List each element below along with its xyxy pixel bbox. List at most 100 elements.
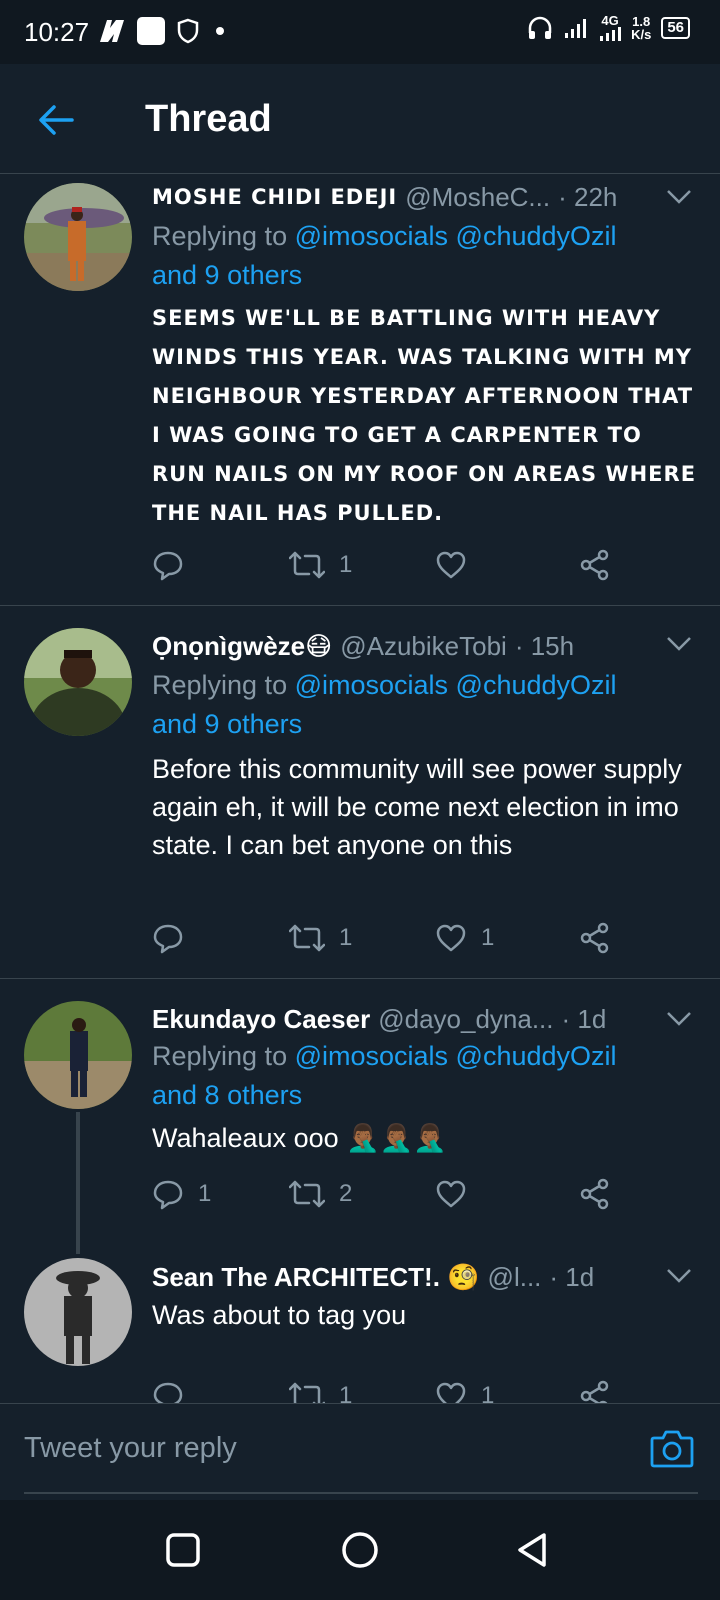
like-button[interactable]: 1 bbox=[435, 1376, 494, 1403]
author-name[interactable]: Ọnọnìgwèze😷 bbox=[152, 631, 332, 662]
tweet[interactable]: MOSHE CHIDI EDEJI @MosheC... · 22h Reply… bbox=[0, 175, 720, 606]
reply-button[interactable] bbox=[152, 1376, 198, 1403]
tweet-reply-input[interactable] bbox=[24, 1404, 698, 1494]
tweet-actions: 1 1 bbox=[152, 918, 622, 958]
back-arrow-icon[interactable] bbox=[36, 100, 76, 140]
chevron-down-icon[interactable] bbox=[666, 636, 692, 652]
tweet-time: · 1d bbox=[561, 1003, 607, 1034]
like-button[interactable]: 1 bbox=[435, 918, 494, 958]
replying-prefix: Replying to bbox=[152, 670, 288, 700]
back-triangle-icon[interactable] bbox=[512, 1530, 552, 1570]
home-circle-icon[interactable] bbox=[340, 1530, 380, 1570]
tweet-text: Was about to tag you bbox=[152, 1300, 407, 1330]
share-icon bbox=[580, 1178, 609, 1210]
avatar[interactable] bbox=[24, 628, 132, 736]
author-handle[interactable]: @MosheC... bbox=[405, 182, 550, 213]
retweet-icon bbox=[289, 1382, 325, 1403]
tweet[interactable]: Ekundayo Caeser @dayo_dyna... · 1d Reply… bbox=[0, 979, 720, 1254]
reply-button[interactable] bbox=[152, 545, 198, 585]
reply-button[interactable]: 1 bbox=[152, 1174, 211, 1214]
author-name[interactable]: Sean The ARCHITECT!. 🧐 bbox=[152, 1262, 480, 1293]
mention-links[interactable]: @imosocials @chuddyOzil bbox=[295, 670, 617, 700]
author-handle[interactable]: @dayo_dyna... bbox=[378, 1004, 553, 1035]
signal-icon bbox=[565, 18, 587, 38]
avatar[interactable] bbox=[24, 1001, 132, 1109]
reply-icon bbox=[153, 924, 183, 954]
retweet-count: 1 bbox=[339, 924, 353, 951]
like-button[interactable] bbox=[435, 1174, 481, 1214]
heart-icon bbox=[436, 924, 466, 952]
retweet-button[interactable]: 2 bbox=[289, 1174, 352, 1214]
heart-icon bbox=[436, 1382, 466, 1403]
share-icon bbox=[580, 549, 609, 581]
network-indicator: 4G bbox=[599, 13, 622, 41]
share-button[interactable] bbox=[579, 545, 611, 585]
recents-square-icon[interactable] bbox=[163, 1530, 203, 1570]
share-button[interactable] bbox=[579, 1174, 611, 1214]
tweet-header: MOSHE CHIDI EDEJI @MosheC... · 22h bbox=[152, 177, 696, 217]
retweet-button[interactable]: 1 bbox=[289, 918, 352, 958]
chevron-down-icon[interactable] bbox=[666, 1268, 692, 1284]
netflix-icon bbox=[100, 20, 124, 42]
avatar[interactable] bbox=[24, 183, 132, 291]
tweet-time: · 15h bbox=[514, 630, 575, 661]
retweet-count: 2 bbox=[339, 1180, 353, 1207]
thread-feed[interactable]: MOSHE CHIDI EDEJI @MosheC... · 22h Reply… bbox=[0, 175, 720, 1403]
status-time: 10:27 bbox=[24, 17, 90, 47]
avatar[interactable] bbox=[24, 1258, 132, 1366]
others-link[interactable]: and 9 others bbox=[152, 260, 302, 290]
share-icon bbox=[580, 922, 609, 954]
replying-to: Replying to @imosocials @chuddyOzil and … bbox=[152, 217, 692, 295]
tweet[interactable]: Ọnọnìgwèze😷 @AzubikeTobi · 15h Replying … bbox=[0, 606, 720, 979]
app-square-icon bbox=[137, 17, 165, 45]
tweet-actions: 1 1 bbox=[152, 1376, 622, 1403]
author-handle[interactable]: @AzubikeTobi bbox=[340, 631, 507, 662]
heart-icon bbox=[436, 1180, 466, 1208]
reply-button[interactable] bbox=[152, 918, 198, 958]
share-button[interactable] bbox=[579, 1376, 611, 1403]
thread-connector-line bbox=[76, 1112, 80, 1254]
mention-links[interactable]: @imosocials @chuddyOzil bbox=[295, 1041, 617, 1071]
mention-links[interactable]: @imosocials @chuddyOzil bbox=[295, 221, 617, 251]
retweet-button[interactable]: 1 bbox=[289, 545, 352, 585]
retweet-count: 1 bbox=[339, 1382, 353, 1403]
chevron-down-icon[interactable] bbox=[666, 1011, 692, 1027]
reply-icon bbox=[153, 1382, 183, 1403]
tweet-time: · 22h bbox=[558, 181, 618, 212]
others-link[interactable]: and 8 others bbox=[152, 1080, 302, 1110]
tweet[interactable]: Sean The ARCHITECT!. 🧐 @l... · 1d Was ab… bbox=[0, 1254, 720, 1403]
tweet-actions: 1 2 bbox=[152, 1174, 622, 1214]
retweet-button[interactable]: 1 bbox=[289, 1376, 352, 1403]
retweet-icon bbox=[289, 1180, 325, 1208]
page-title: Thread bbox=[145, 98, 272, 140]
network-type: 4G bbox=[601, 13, 619, 28]
network-speed: 1.8 K/s bbox=[631, 15, 651, 41]
status-bar: 10:27 4G 1.8 K/s 56 bbox=[0, 0, 720, 64]
chevron-down-icon[interactable] bbox=[666, 189, 692, 205]
author-name[interactable]: MOSHE CHIDI EDEJI bbox=[152, 185, 397, 209]
reply-composer bbox=[0, 1403, 720, 1500]
tweet-text: Before this community will see power sup… bbox=[152, 754, 682, 860]
others-link[interactable]: and 9 others bbox=[152, 709, 302, 739]
speed-value: 1.8 bbox=[632, 13, 651, 29]
share-button[interactable] bbox=[579, 918, 611, 958]
battery-indicator: 56 bbox=[661, 16, 690, 39]
shield-icon bbox=[177, 18, 199, 44]
replying-prefix: Replying to bbox=[152, 221, 288, 251]
camera-icon[interactable] bbox=[650, 1428, 694, 1468]
replying-to: Replying to @imosocials @chuddyOzil and … bbox=[152, 1037, 692, 1115]
author-handle[interactable]: @l... bbox=[488, 1262, 542, 1293]
reply-count: 1 bbox=[198, 1180, 212, 1207]
speed-unit: K/s bbox=[631, 26, 652, 42]
author-name[interactable]: Ekundayo Caeser bbox=[152, 1004, 370, 1035]
headphones-icon bbox=[528, 16, 552, 39]
replying-prefix: Replying to bbox=[152, 1041, 288, 1071]
like-button[interactable] bbox=[435, 545, 481, 585]
header: Thread bbox=[0, 64, 720, 174]
tweet-time: · 1d bbox=[549, 1261, 595, 1292]
tweet-header: Ọnọnìgwèze😷 @AzubikeTobi · 15h bbox=[152, 626, 696, 666]
status-notification-icons bbox=[98, 16, 230, 46]
system-nav-bar bbox=[0, 1500, 720, 1600]
tweet-actions: 1 bbox=[152, 545, 622, 585]
dot-icon bbox=[216, 27, 224, 35]
